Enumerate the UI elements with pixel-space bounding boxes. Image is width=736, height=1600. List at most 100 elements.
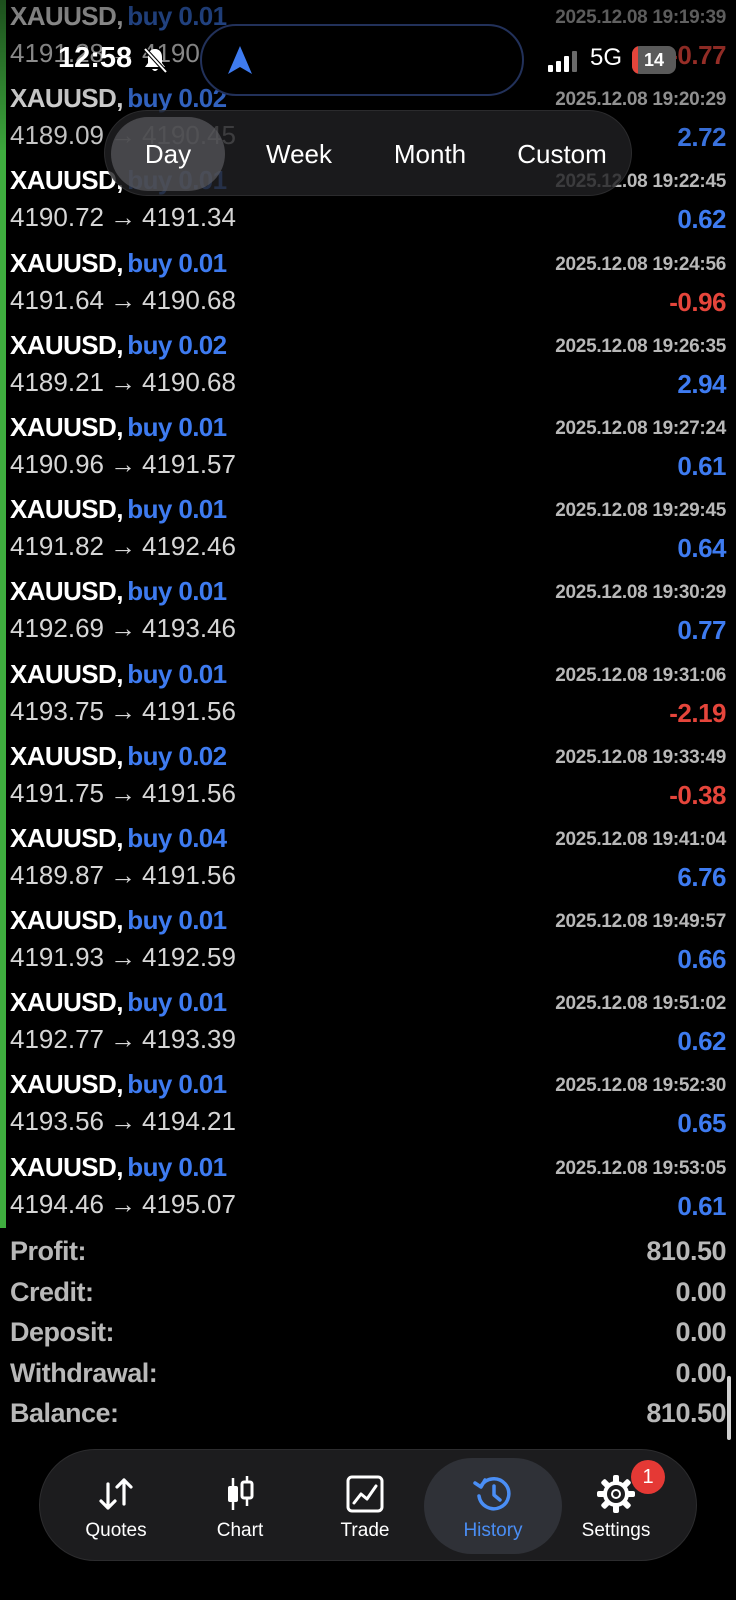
open-price: 4190.72 xyxy=(10,202,104,233)
trade-prices: 4193.56 → 4194.21 0.65 xyxy=(10,1106,726,1146)
trade-symbol: XAUUSD, xyxy=(10,822,123,853)
trade-profit: 0.61 xyxy=(677,1190,726,1221)
network-type: 5G xyxy=(590,44,623,71)
summary-row: Profit: 810.50 xyxy=(0,1236,736,1277)
open-price: 4189.09 xyxy=(10,120,104,151)
trade-prices: 4191.75 → 4191.56 -0.38 xyxy=(10,778,726,818)
price-arrow: → xyxy=(109,284,136,315)
trade-row[interactable]: XAUUSD, buy 0.01 2025.12.08 19:51:02 4192.… xyxy=(0,985,736,1067)
trade-prices: 4194.46 → 4195.07 0.61 xyxy=(10,1189,726,1229)
trade-prices: 4191.64 → 4190.68 -0.96 xyxy=(10,285,726,325)
trade-profit: 0.65 xyxy=(677,1108,726,1139)
trade-row[interactable]: XAUUSD, buy 0.01 2025.12.08 19:29:45 4191.… xyxy=(0,492,736,574)
open-price: 4193.56 xyxy=(10,1106,104,1137)
price-arrow: → xyxy=(109,695,136,726)
notification-badge: 1 xyxy=(631,1460,665,1494)
trade-prices: 4189.87 → 4191.56 6.76 xyxy=(10,860,726,900)
trade-prices: 4193.75 → 4191.56 -2.19 xyxy=(10,696,726,736)
trade-profit: -0.96 xyxy=(669,286,726,317)
trade-row[interactable]: XAUUSD, buy 0.02 2025.12.08 19:33:49 4191.… xyxy=(0,739,736,821)
tab-label: Quotes xyxy=(85,1520,147,1541)
tab-history[interactable]: History xyxy=(424,1458,562,1554)
trade-symbol: XAUUSD, xyxy=(10,987,123,1018)
trade-header: XAUUSD, buy 0.01 2025.12.08 19:52:30 xyxy=(10,1069,726,1107)
summary-label: Balance: xyxy=(10,1398,119,1428)
trade-side: buy 0.01 xyxy=(127,411,227,442)
trade-prices: 4189.21 → 4190.68 2.94 xyxy=(10,367,726,407)
summary-row: Deposit: 0.00 xyxy=(0,1317,736,1358)
trade-side: buy 0.01 xyxy=(127,1151,227,1182)
open-price: 4192.77 xyxy=(10,1024,104,1055)
trade-prices: 4192.69 → 4193.46 0.77 xyxy=(10,613,726,653)
tab-label: Settings xyxy=(581,1520,651,1541)
cellular-signal-icon xyxy=(548,50,578,72)
close-price: 4190.68 xyxy=(141,366,236,397)
trade-prices: 4192.77 → 4193.39 0.62 xyxy=(10,1024,726,1064)
trade-row[interactable]: XAUUSD, buy 0.01 2025.12.08 19:30:29 4192.… xyxy=(0,574,736,656)
price-arrow: → xyxy=(109,859,136,890)
trade-header: XAUUSD, buy 0.01 2025.12.08 19:29:45 xyxy=(10,494,726,532)
trade-time: 2025.12.08 19:26:35 xyxy=(555,335,726,357)
period-tab-day[interactable]: Day xyxy=(111,117,225,191)
summary-label: Withdrawal: xyxy=(10,1357,158,1388)
period-selector: Day Week Month Custom xyxy=(104,110,632,196)
trade-symbol: XAUUSD, xyxy=(10,1151,123,1182)
trade-header: XAUUSD, buy 0.01 2025.12.08 19:31:06 xyxy=(10,659,726,697)
trade-time: 2025.12.08 19:52:30 xyxy=(555,1075,726,1097)
trade-time: 2025.12.08 19:27:24 xyxy=(555,417,726,439)
trade-header: XAUUSD, buy 0.01 2025.12.08 19:49:57 xyxy=(10,905,726,943)
trade-side: buy 0.02 xyxy=(127,740,227,771)
close-price: 4193.39 xyxy=(141,1024,236,1055)
close-price: 4191.57 xyxy=(141,448,236,479)
close-price: 4195.07 xyxy=(141,1188,236,1219)
trade-profit: -0.38 xyxy=(669,779,726,810)
period-tab-custom[interactable]: Custom xyxy=(497,117,627,191)
trade-prices: 4191.82 → 4192.46 0.64 xyxy=(10,531,726,571)
close-price: 4190.68 xyxy=(141,284,236,315)
trade-symbol: XAUUSD, xyxy=(10,576,123,607)
gear-icon xyxy=(596,1474,636,1514)
open-price: 4191.82 xyxy=(10,531,104,562)
scroll-indicator[interactable] xyxy=(727,1376,731,1440)
trade-profit: 0.66 xyxy=(677,944,726,975)
trade-time: 2025.12.08 19:41:04 xyxy=(555,828,726,850)
trade-profit: 0.62 xyxy=(677,1026,726,1057)
trade-row[interactable]: XAUUSD, buy 0.01 2025.12.08 19:31:06 4193.… xyxy=(0,657,736,739)
trade-time: 2025.12.08 19:33:49 xyxy=(555,746,726,768)
trade-row[interactable]: XAUUSD, buy 0.01 2025.12.08 19:27:24 4190.… xyxy=(0,410,736,492)
summary-label: Deposit: xyxy=(10,1317,115,1347)
trade-header: XAUUSD, buy 0.01 2025.12.08 19:30:29 xyxy=(10,576,726,614)
trade-time: 2025.12.08 19:19:39 xyxy=(555,7,726,28)
open-price: 4194.46 xyxy=(10,1188,104,1219)
summary-label: Profit: xyxy=(10,1236,86,1266)
tab-quotes[interactable]: Quotes xyxy=(47,1458,185,1554)
open-price: 4193.75 xyxy=(10,695,104,726)
trade-row[interactable]: XAUUSD, buy 0.01 2025.12.08 19:53:05 4194.… xyxy=(0,1150,736,1232)
dynamic-island[interactable] xyxy=(200,24,524,96)
trade-profit: 0.64 xyxy=(677,533,726,564)
summary-value: 0.00 xyxy=(675,1357,726,1388)
trade-side: buy 0.01 xyxy=(127,1,227,31)
tab-trade[interactable]: Trade xyxy=(296,1458,434,1554)
trade-symbol: XAUUSD, xyxy=(10,329,123,360)
period-tab-week[interactable]: Week xyxy=(237,117,361,191)
trade-row[interactable]: XAUUSD, buy 0.04 2025.12.08 19:41:04 4189.… xyxy=(0,821,736,903)
tab-chart[interactable]: Chart xyxy=(171,1458,309,1554)
trade-row[interactable]: XAUUSD, buy 0.01 2025.12.08 19:52:30 4193.… xyxy=(0,1067,736,1149)
trade-row[interactable]: XAUUSD, buy 0.01 2025.12.08 19:49:57 4191.… xyxy=(0,903,736,985)
navigation-arrow-icon xyxy=(226,44,254,76)
price-arrow: → xyxy=(109,942,136,973)
trade-symbol: XAUUSD, xyxy=(10,1,123,31)
trade-row[interactable]: XAUUSD, buy 0.01 2025.12.08 19:24:56 4191.… xyxy=(0,246,736,328)
trade-header: XAUUSD, buy 0.01 2025.12.08 19:24:56 xyxy=(10,248,726,286)
trade-header: XAUUSD, buy 0.01 2025.12.08 19:53:05 xyxy=(10,1152,726,1190)
trade-row[interactable]: XAUUSD, buy 0.02 2025.12.08 19:26:35 4189.… xyxy=(0,328,736,410)
trade-time: 2025.12.08 19:20:29 xyxy=(555,89,726,111)
trade-header: XAUUSD, buy 0.01 2025.12.08 19:51:02 xyxy=(10,987,726,1025)
trade-side: buy 0.01 xyxy=(127,494,227,525)
summary-label: Credit: xyxy=(10,1276,94,1307)
period-tab-month[interactable]: Month xyxy=(367,117,493,191)
trade-side: buy 0.01 xyxy=(127,987,227,1018)
tab-settings[interactable]: Settings 1 xyxy=(547,1458,685,1554)
silent-bell-icon xyxy=(142,46,168,74)
